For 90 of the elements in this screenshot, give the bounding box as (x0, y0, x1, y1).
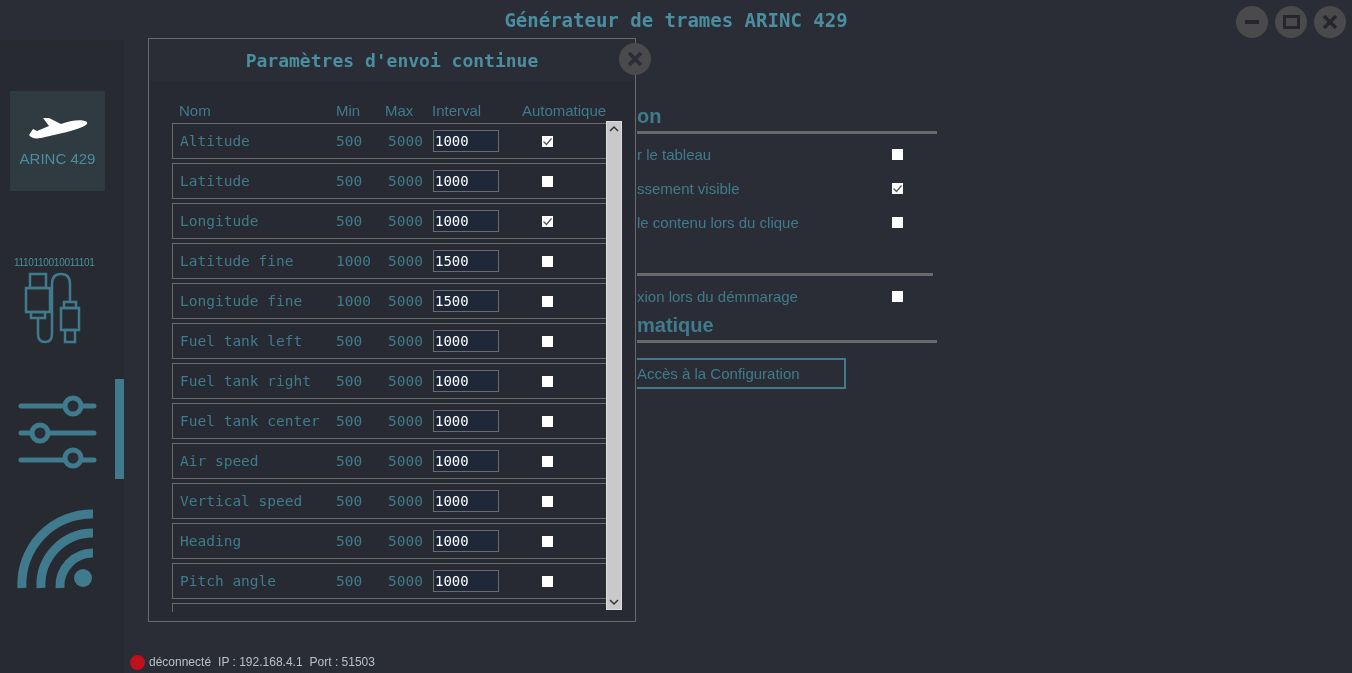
option-label: le contenu lors du clique (637, 213, 799, 231)
checkbox[interactable] (892, 182, 903, 194)
min-value: 500 (336, 173, 364, 189)
parameter-name: Latitude fine (180, 253, 295, 269)
min-value: 1000 (336, 253, 372, 269)
min-value: 500 (336, 333, 364, 349)
parameter-name: Latitude (180, 173, 251, 189)
column-header: Interval (432, 101, 483, 119)
section-heading: matique (637, 313, 715, 337)
interval-field[interactable]: 1000 (433, 450, 499, 472)
port-number: Port : 51503 (309, 655, 375, 669)
column-header: Nom (179, 101, 212, 119)
interval-field[interactable]: 1000 (433, 490, 499, 512)
wireless-signal-icon (17, 509, 95, 589)
ip-address: IP : 192.168.4.1 (218, 655, 303, 669)
max-value: 5000 (388, 213, 424, 229)
close-icon (625, 49, 645, 69)
checkbox[interactable] (542, 255, 553, 267)
parameter-name: Heading (180, 533, 243, 549)
interval-field[interactable]: 1000 (433, 370, 499, 392)
max-value: 5000 (388, 493, 424, 509)
checkbox[interactable] (542, 175, 553, 187)
interval-field[interactable]: 1000 (433, 170, 499, 192)
checkbox[interactable] (542, 455, 553, 467)
dialog-title: Paramètres d'envoi continue (245, 49, 539, 71)
interval-field[interactable]: 1000 (433, 130, 499, 152)
parameter-name: Fuel tank center (180, 413, 321, 429)
max-value: 5000 (388, 533, 424, 549)
section-heading: on (637, 104, 663, 128)
parameter-name: Fuel tank left (180, 333, 304, 349)
min-value: 500 (336, 533, 364, 549)
parameter-name: Longitude fine (180, 293, 304, 309)
parameter-name: Pitch angle (180, 573, 278, 589)
parameter-name: Longitude (180, 213, 260, 229)
max-value: 5000 (388, 413, 424, 429)
wireless-nav-item[interactable] (17, 509, 95, 589)
column-header: Min (336, 101, 362, 119)
min-value: 500 (336, 493, 364, 509)
max-value: 5000 (388, 293, 424, 309)
checkbox[interactable] (542, 495, 553, 507)
interval-field[interactable]: 1000 (433, 530, 499, 552)
checkbox[interactable] (542, 375, 553, 387)
scrollbar[interactable] (606, 121, 622, 610)
option-label: xion lors du démmarage (637, 287, 798, 305)
option-label: r le tableau (637, 145, 712, 163)
min-value: 1000 (336, 293, 372, 309)
parameter-name: Fuel tank right (180, 373, 312, 389)
interval-field[interactable]: 1000 (433, 410, 499, 432)
min-value: 500 (336, 133, 364, 149)
checkbox[interactable] (542, 135, 553, 147)
close-icon (1323, 15, 1337, 29)
min-value: 500 (336, 413, 364, 429)
checkbox[interactable] (892, 216, 903, 228)
maximize-icon (1282, 15, 1300, 29)
scroll-down-icon[interactable] (608, 598, 620, 606)
interval-field[interactable]: 1500 (433, 250, 499, 272)
scroll-up-icon[interactable] (608, 125, 620, 133)
interval-field[interactable]: 1000 (433, 330, 499, 352)
column-header: Max (385, 101, 415, 119)
usb-cable-nav-item[interactable]: 1110110010011101 (14, 257, 100, 346)
checkbox[interactable] (542, 335, 553, 347)
checkbox[interactable] (542, 295, 553, 307)
parameter-name: Air speed (180, 453, 260, 469)
checkbox[interactable] (542, 215, 553, 227)
interval-field[interactable]: 1000 (433, 210, 499, 232)
parameter-name: Vertical speed (180, 493, 304, 509)
min-value: 500 (336, 573, 364, 589)
min-value: 500 (336, 373, 364, 389)
min-value: 500 (336, 453, 364, 469)
max-value: 5000 (388, 373, 424, 389)
checkbox[interactable] (542, 415, 553, 427)
checkbox[interactable] (892, 290, 903, 302)
column-header: Automatique (520, 101, 608, 119)
max-value: 5000 (388, 253, 424, 269)
connection-status: déconnecté (149, 655, 212, 669)
checkbox[interactable] (892, 148, 903, 160)
minimize-icon (1245, 20, 1259, 24)
max-value: 5000 (388, 453, 424, 469)
interval-field[interactable]: 1500 (433, 290, 499, 312)
max-value: 5000 (388, 173, 424, 189)
window-title: Générateur de trames ARINC 429 (504, 9, 848, 31)
max-value: 5000 (388, 133, 424, 149)
max-value: 5000 (388, 573, 424, 589)
parameter-name: Altitude (180, 133, 251, 149)
option-label: ssement visible (637, 179, 740, 197)
min-value: 500 (336, 213, 364, 229)
max-value: 5000 (388, 333, 424, 349)
checkbox[interactable] (542, 575, 553, 587)
checkbox[interactable] (542, 535, 553, 547)
interval-field[interactable]: 1000 (433, 570, 499, 592)
